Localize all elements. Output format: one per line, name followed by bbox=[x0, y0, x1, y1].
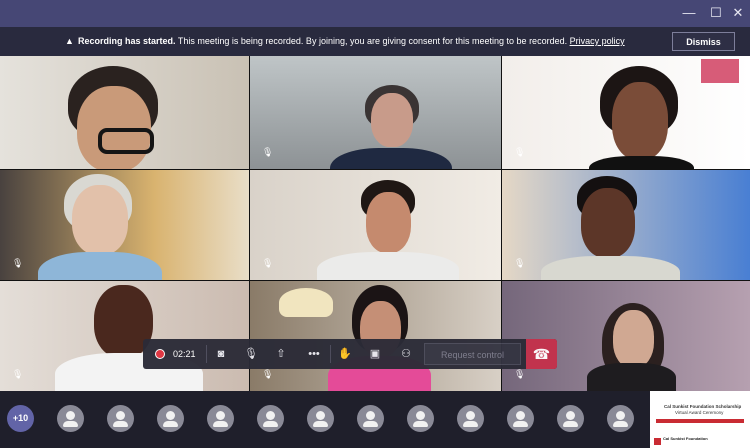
mic-off-icon: 🎙 bbox=[262, 147, 274, 157]
camera-off-icon[interactable]: ◙ bbox=[209, 339, 233, 369]
participant-avatar[interactable] bbox=[407, 405, 434, 432]
video-tile-4[interactable]: 🎙 bbox=[0, 170, 249, 280]
mic-off-icon: 🎙 bbox=[514, 258, 526, 268]
recording-banner: ▲ Recording has started. This meeting is… bbox=[0, 27, 750, 56]
more-actions-icon[interactable]: ••• bbox=[302, 339, 326, 369]
video-tile-6[interactable]: 🎙 bbox=[502, 170, 750, 280]
video-tile-3[interactable]: 🎙 bbox=[502, 56, 750, 169]
minimize-icon[interactable]: — bbox=[676, 4, 702, 22]
video-tile-1[interactable] bbox=[0, 56, 249, 169]
participant-avatar[interactable] bbox=[557, 405, 584, 432]
video-tile-5[interactable]: 🎙 bbox=[250, 170, 501, 280]
recording-text: This meeting is being recorded. By joini… bbox=[175, 36, 570, 46]
participant-avatar[interactable] bbox=[107, 405, 134, 432]
mic-off-icon: 🎙 bbox=[262, 258, 274, 268]
mic-off-icon: 🎙 bbox=[12, 258, 24, 268]
chat-icon[interactable]: ▣ bbox=[363, 339, 387, 369]
video-tile-9[interactable]: 🎙 bbox=[502, 281, 750, 391]
shared-subtitle: Virtual Award Ceremony bbox=[675, 410, 724, 415]
mic-off-icon[interactable]: 🎙 bbox=[239, 339, 263, 369]
warning-icon: ▲ bbox=[65, 36, 74, 46]
participant-avatar[interactable] bbox=[257, 405, 284, 432]
participant-avatar[interactable] bbox=[507, 405, 534, 432]
video-tile-8[interactable]: 🎙 bbox=[250, 281, 501, 391]
mic-off-icon: 🎙 bbox=[12, 369, 24, 379]
divider bbox=[330, 345, 331, 363]
participants-bar: +10 bbox=[0, 391, 750, 448]
shared-title: Cal Sunkist Foundation Scholarship bbox=[664, 404, 742, 409]
participant-avatar[interactable] bbox=[57, 405, 84, 432]
dismiss-button[interactable]: Dismiss bbox=[672, 32, 735, 51]
red-banner bbox=[656, 419, 744, 423]
recording-timer: 02:21 bbox=[143, 339, 205, 369]
foundation-logo-text: Cal Sunkist Foundation bbox=[663, 436, 708, 441]
participant-avatar[interactable] bbox=[357, 405, 384, 432]
participant-avatar[interactable] bbox=[157, 405, 184, 432]
meeting-controls: 02:21 ◙ 🎙 ⇧ ••• ✋ ▣ ⚇ Request control ☎ bbox=[143, 339, 557, 369]
participant-avatar[interactable] bbox=[307, 405, 334, 432]
share-screen-icon[interactable]: ⇧ bbox=[269, 339, 293, 369]
title-bar: — ☐ ✕ bbox=[0, 0, 750, 27]
privacy-policy-link[interactable]: Privacy policy bbox=[570, 36, 625, 46]
hang-up-icon[interactable]: ☎ bbox=[526, 339, 557, 369]
record-icon bbox=[155, 349, 165, 359]
shared-content-thumbnail[interactable]: Cal Sunkist Foundation Scholarship Virtu… bbox=[650, 391, 750, 448]
close-icon[interactable]: ✕ bbox=[725, 4, 750, 22]
mic-off-icon: 🎙 bbox=[514, 369, 526, 379]
divider bbox=[206, 345, 207, 363]
recording-title: Recording has started. bbox=[78, 36, 176, 46]
more-participants-button[interactable]: +10 bbox=[7, 405, 34, 432]
video-tile-7[interactable]: 🎙 bbox=[0, 281, 249, 391]
participants-icon[interactable]: ⚇ bbox=[394, 339, 418, 369]
foundation-logo-icon bbox=[654, 438, 661, 445]
recording-message: Recording has started. This meeting is b… bbox=[78, 36, 625, 46]
mic-off-icon: 🎙 bbox=[262, 369, 274, 379]
raise-hand-icon[interactable]: ✋ bbox=[333, 339, 357, 369]
request-control-button[interactable]: Request control bbox=[424, 343, 521, 365]
video-tile-2[interactable]: 🎙 bbox=[250, 56, 501, 169]
participant-avatar[interactable] bbox=[207, 405, 234, 432]
mic-off-icon: 🎙 bbox=[514, 147, 526, 157]
timer-text: 02:21 bbox=[173, 349, 196, 359]
participant-avatar[interactable] bbox=[607, 405, 634, 432]
participant-avatar[interactable] bbox=[457, 405, 484, 432]
